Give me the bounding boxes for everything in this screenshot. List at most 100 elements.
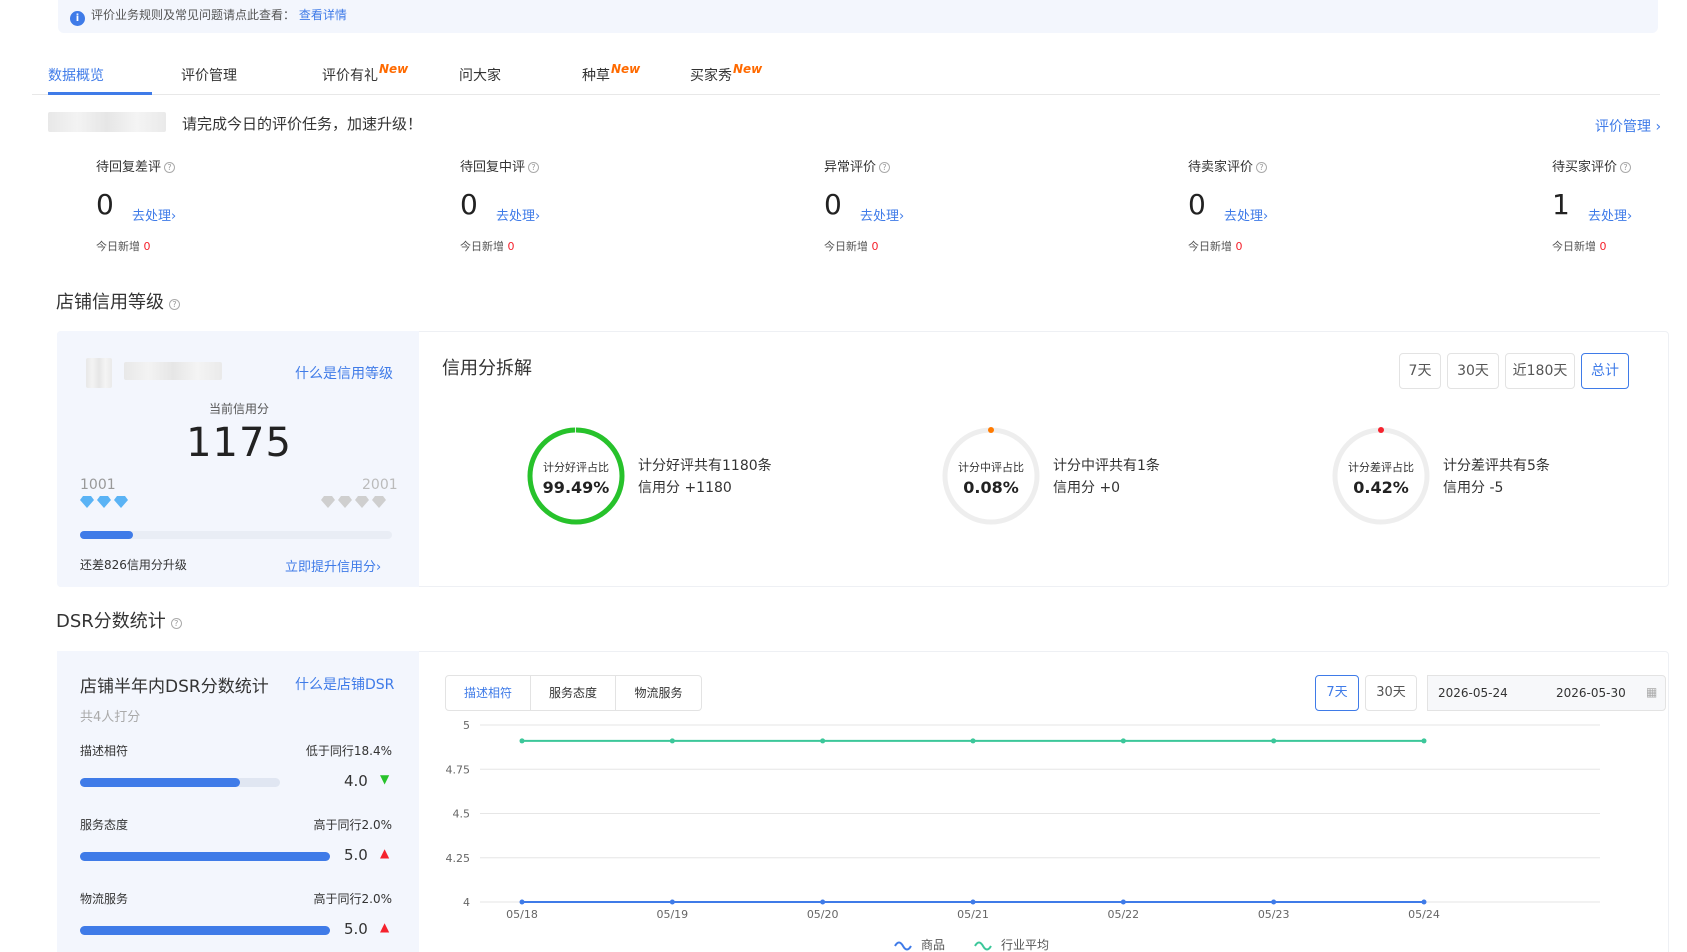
tab-buyer-show[interactable]: 买家秀New [690,62,763,85]
notice-bar: i 评价业务规则及常见问题请点此查看： 查看详情 [58,0,1658,33]
dsr-item-description: 描述相符 低于同行18.4% 4.0 ▼ [80,742,392,800]
go-handle-link[interactable]: 去处理› [1224,205,1268,224]
y-tick-label: 4.5 [453,808,471,821]
what-is-credit-link[interactable]: 什么是信用等级 [295,363,393,383]
diamond-icon [338,496,352,508]
stat-pending-neutral: 待回复中评? 0 去处理› 今日新增 0 [460,156,660,253]
date-start[interactable]: 2026-05-24 [1438,686,1508,700]
dsr-period-30-days[interactable]: 30天 [1365,675,1417,711]
dsr-chart-tabs: 描述相符 服务态度 物流服务 [445,675,702,711]
stat-value: 1 [1552,188,1570,221]
y-tick-label: 4 [463,896,470,909]
dsr-item-bar [80,926,330,935]
review-management-link[interactable]: 评价管理 › [1595,116,1661,136]
help-icon[interactable]: ? [528,162,540,173]
credit-section-title: 店铺信用等级? [56,288,180,314]
dsr-bar-fill [80,926,330,935]
diamond-icon [80,496,94,508]
ring-value: 99.49% [542,478,610,497]
range-max: 2001 [362,477,398,493]
go-handle-link[interactable]: 去处理› [496,205,540,224]
date-end[interactable]: 2026-05-30 [1556,686,1626,700]
upgrade-gap-text: 还差826信用分升级 [80,558,187,572]
negative-ring-graphic [1332,427,1430,525]
new-badge: New [611,62,641,76]
good-review-ring: 计分好评占比 99.49% [525,425,627,527]
dsr-item-bar [80,778,280,787]
stat-pending-buyer: 待买家评价? 1 去处理› 今日新增 0 [1552,156,1672,253]
dsr-bar-fill [80,852,330,861]
stat-value: 0 [460,188,478,221]
stat-value: 0 [824,188,842,221]
x-tick-label: 05/21 [957,908,989,921]
y-tick-label: 5 [463,719,470,732]
help-icon[interactable]: ? [1256,162,1268,173]
data-point [1120,738,1126,744]
dsr-item-logistics: 物流服务 高于同行2.0% 5.0 ▲ [80,890,392,948]
data-point [519,738,525,744]
shop-avatar [86,358,112,388]
data-point [970,738,976,744]
dsr-item-score: 4.0 [344,772,368,790]
good-review-detail: 计分好评共有1180条 信用分 +1180 [638,458,772,496]
stat-value: 0 [1188,188,1206,221]
go-handle-link[interactable]: 去处理› [860,205,904,224]
neutral-review-detail: 计分中评共有1条 信用分 +0 [1053,458,1160,496]
current-level-diamonds [80,496,131,512]
what-is-dsr-link[interactable]: 什么是店铺DSR [295,674,394,694]
dsr-item-score: 5.0 [344,846,368,864]
help-icon[interactable]: ? [170,618,182,629]
tab-seeding[interactable]: 种草New [582,62,641,85]
dsr-period-7-days[interactable]: 7天 [1315,675,1359,711]
period-7-days[interactable]: 7天 [1399,353,1441,389]
chart-tab-service[interactable]: 服务态度 [531,676,616,710]
chart-tab-logistics[interactable]: 物流服务 [616,676,701,710]
help-icon[interactable]: ? [164,162,176,173]
data-point [820,738,826,744]
diamond-icon [355,496,369,508]
tab-data-overview[interactable]: 数据概览 [48,65,104,85]
go-handle-link[interactable]: 去处理› [132,205,176,224]
good-ring-graphic [527,427,625,525]
go-handle-link[interactable]: 去处理› [1588,205,1632,224]
tab-ask-everyone[interactable]: 问大家 [459,65,501,85]
dsr-item-compare: 低于同行18.4% [305,744,392,758]
x-tick-label: 05/18 [506,908,538,921]
tab-review-management[interactable]: 评价管理 [181,65,237,85]
dsr-panel-title: 店铺半年内DSR分数统计 [80,677,269,697]
help-icon[interactable]: ? [169,299,180,310]
help-icon[interactable]: ? [1620,162,1632,173]
today-new: 今日新增 0 [1188,240,1243,253]
stat-pending-negative: 待回复差评? 0 去处理› 今日新增 0 [96,156,296,253]
legend-swatch [974,941,992,951]
x-tick-label: 05/24 [1408,908,1440,921]
tab-review-gift[interactable]: 评价有礼New [322,62,408,85]
trend-up-icon: ▲ [380,846,390,860]
data-point [1271,738,1277,744]
period-total[interactable]: 总计 [1581,353,1629,389]
ring-value: 0.08% [963,478,1019,497]
notice-link[interactable]: 查看详情 [299,8,347,22]
period-180-days[interactable]: 近180天 [1505,353,1575,389]
chart-tab-description[interactable]: 描述相符 [446,676,531,710]
diamond-icon [97,496,111,508]
period-30-days[interactable]: 30天 [1447,353,1499,389]
calendar-icon[interactable]: ▦ [1646,685,1657,699]
stat-label: 待回复中评 [460,160,526,175]
y-tick-label: 4.25 [446,852,471,865]
range-min: 1001 [80,477,116,493]
dsr-item-name: 描述相符 [80,744,129,758]
info-icon: i [70,11,85,26]
stat-value: 0 [96,188,114,221]
diamond-icon [372,496,386,508]
stat-label: 异常评价 [824,160,877,175]
improve-credit-link[interactable]: 立即提升信用分› [285,556,381,575]
x-tick-label: 05/22 [1107,908,1139,921]
help-icon[interactable]: ? [879,162,891,173]
data-point [1421,738,1427,744]
legend-label: 商品 [921,937,945,952]
new-badge: New [733,62,763,76]
x-tick-label: 05/20 [807,908,839,921]
stat-pending-seller: 待卖家评价? 0 去处理› 今日新增 0 [1188,156,1388,253]
date-range-picker[interactable]: 2026-05-24 2026-05-30 ▦ [1427,675,1666,711]
